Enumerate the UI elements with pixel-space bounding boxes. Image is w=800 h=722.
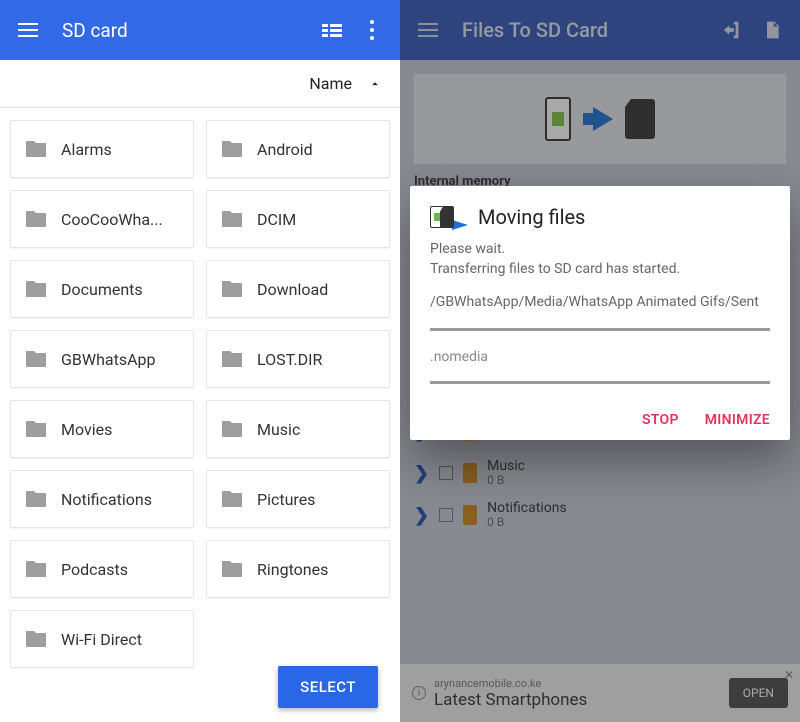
row-name: Notifications	[487, 500, 567, 516]
folder-item[interactable]: Download	[206, 260, 390, 318]
chevron-right-icon: ❯	[414, 505, 429, 526]
stop-button[interactable]: STOP	[642, 412, 679, 428]
checkbox[interactable]	[439, 508, 453, 522]
folder-icon	[21, 627, 51, 651]
folder-label: Pictures	[257, 490, 315, 509]
folder-icon	[217, 207, 247, 231]
left-app-bar: SD card	[0, 0, 400, 60]
list-item[interactable]: ❯ Notifications0 B	[414, 494, 786, 536]
arrow-right-icon	[583, 107, 613, 131]
checkbox[interactable]	[439, 466, 453, 480]
folder-item[interactable]: Movies	[10, 400, 194, 458]
folder-icon	[21, 137, 51, 161]
folder-icon	[217, 347, 247, 371]
folder-label: Notifications	[61, 490, 152, 509]
folder-icon	[21, 417, 51, 441]
folder-item[interactable]: Notifications	[10, 470, 194, 528]
folder-icon	[217, 417, 247, 441]
right-app-bar: Files To SD Card	[400, 0, 800, 60]
sort-bar[interactable]: Name	[0, 60, 400, 108]
folder-item[interactable]: Android	[206, 120, 390, 178]
row-name: Music	[487, 458, 525, 474]
chevron-up-icon	[368, 77, 382, 91]
ad-domain: arynancemobile.co.ke	[434, 677, 729, 690]
view-list-icon[interactable]	[312, 10, 352, 50]
folder-icon	[217, 487, 247, 511]
folder-label: Documents	[61, 280, 143, 299]
moving-files-dialog: Moving files Please wait. Transferring f…	[410, 186, 790, 440]
row-sub: 0 B	[487, 474, 525, 488]
folder-small-icon	[463, 505, 477, 525]
folder-item[interactable]: DCIM	[206, 190, 390, 248]
folder-item[interactable]: Wi-Fi Direct	[10, 610, 194, 668]
menu-icon[interactable]	[408, 10, 448, 50]
folder-label: Alarms	[61, 140, 112, 159]
move-icon[interactable]	[712, 10, 752, 50]
transfer-graphic	[414, 74, 786, 164]
folder-label: LOST.DIR	[257, 350, 322, 369]
dialog-status: Please wait. Transferring files to SD ca…	[430, 240, 770, 279]
files-to-sd-app: Files To SD Card Internal memory 15 GB ❯…	[400, 0, 800, 722]
progress-bar-folder	[430, 328, 770, 331]
folder-icon	[21, 207, 51, 231]
folder-label: Wi-Fi Direct	[61, 630, 142, 649]
folder-label: GBWhatsApp	[61, 350, 155, 369]
folder-icon	[217, 557, 247, 581]
folder-label: Music	[257, 420, 300, 439]
ad-close-icon[interactable]: ✕	[784, 668, 794, 682]
folder-item[interactable]: CooCooWha...	[10, 190, 194, 248]
folder-small-icon	[463, 463, 477, 483]
folder-label: Podcasts	[61, 560, 128, 579]
ad-banner[interactable]: i arynancemobile.co.ke Latest Smartphone…	[400, 664, 800, 722]
row-sub: 0 B	[487, 516, 567, 530]
document-icon[interactable]	[752, 10, 792, 50]
ad-info-icon[interactable]: i	[412, 686, 426, 700]
folder-item[interactable]: Documents	[10, 260, 194, 318]
right-title: Files To SD Card	[462, 18, 712, 42]
folder-item[interactable]: Music	[206, 400, 390, 458]
ad-open-button[interactable]: OPEN	[729, 678, 788, 708]
file-picker-app: SD card Name Alarms Android CooCooWha... DC…	[0, 0, 400, 722]
folder-item[interactable]: Ringtones	[206, 540, 390, 598]
folder-item[interactable]: GBWhatsApp	[10, 330, 194, 388]
minimize-button[interactable]: MINIMIZE	[705, 412, 770, 428]
folder-item[interactable]: Alarms	[10, 120, 194, 178]
folder-label: Download	[257, 280, 328, 299]
folder-label: Movies	[61, 420, 112, 439]
dialog-path: /GBWhatsApp/Media/WhatsApp Animated Gifs…	[430, 293, 770, 312]
folder-icon	[21, 277, 51, 301]
folder-label: CooCooWha...	[61, 210, 163, 229]
chevron-right-icon: ❯	[414, 463, 429, 484]
folder-item[interactable]: Pictures	[206, 470, 390, 528]
select-button[interactable]: SELECT	[278, 666, 378, 708]
ad-headline: Latest Smartphones	[434, 690, 729, 710]
dialog-file: .nomedia	[430, 349, 770, 365]
left-title: SD card	[62, 19, 312, 42]
folder-icon	[217, 137, 247, 161]
folder-icon	[21, 557, 51, 581]
folder-icon	[21, 487, 51, 511]
folder-grid: Alarms Android CooCooWha... DCIM Documents Do…	[0, 108, 400, 722]
folder-label: Ringtones	[257, 560, 328, 579]
list-item[interactable]: ❯ Music0 B	[414, 452, 786, 494]
folder-item[interactable]: LOST.DIR	[206, 330, 390, 388]
folder-item[interactable]: Podcasts	[10, 540, 194, 598]
sdcard-icon	[625, 99, 655, 139]
dialog-title: Moving files	[478, 205, 585, 229]
folder-label: Android	[257, 140, 313, 159]
dialog-transfer-icon	[430, 204, 468, 230]
folder-label: DCIM	[257, 210, 296, 229]
sort-label: Name	[309, 74, 352, 93]
folder-icon	[217, 277, 247, 301]
overflow-icon[interactable]	[352, 10, 392, 50]
phone-icon	[545, 97, 571, 141]
progress-bar-file	[430, 381, 770, 384]
menu-icon[interactable]	[8, 10, 48, 50]
folder-icon	[21, 347, 51, 371]
